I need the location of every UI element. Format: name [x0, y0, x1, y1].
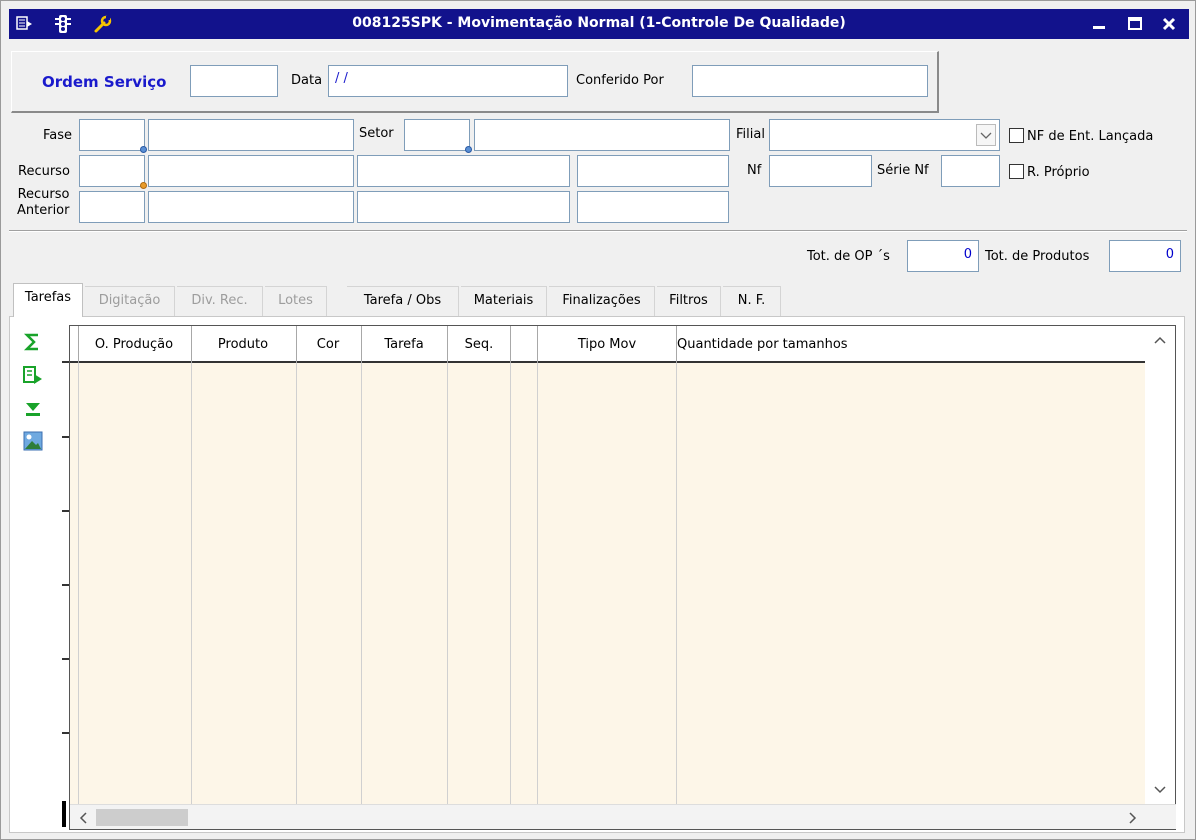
- grid-header: O. Produção Produto Cor Tarefa Seq. Tipo…: [70, 326, 1146, 363]
- horizontal-scroll-thumb[interactable]: [96, 809, 188, 826]
- filial-label: Filial: [736, 127, 765, 142]
- column-divider: [191, 363, 192, 806]
- tab-nf[interactable]: N. F.: [723, 286, 781, 316]
- sum-icon[interactable]: [23, 332, 43, 352]
- header-panel: Ordem Serviço Data / / Conferido Por: [11, 51, 939, 113]
- horizontal-scrollbar[interactable]: [70, 804, 1176, 829]
- column-divider: [537, 363, 538, 806]
- column-divider: [296, 363, 297, 806]
- filial-select[interactable]: [769, 119, 1000, 151]
- conferido-input[interactable]: [692, 65, 928, 97]
- column-divider: [78, 363, 79, 806]
- setor-desc-input[interactable]: [474, 119, 730, 151]
- recurso-anterior-extra-2-input[interactable]: [577, 191, 729, 223]
- chevron-up-icon[interactable]: [1153, 334, 1167, 349]
- tab-tarefa-obs[interactable]: Tarefa / Obs: [347, 286, 459, 316]
- tot-prod-value: 0: [1109, 240, 1181, 272]
- data-label: Data: [291, 73, 323, 88]
- column-divider: [447, 363, 448, 806]
- column-header-quantidade[interactable]: Quantidade por tamanhos: [677, 326, 1077, 363]
- tab-materiais[interactable]: Materiais: [461, 286, 547, 316]
- fase-desc-input[interactable]: [148, 119, 354, 151]
- recurso-label: Recurso: [18, 164, 70, 179]
- recurso-extra-1-input[interactable]: [357, 155, 570, 187]
- tab-div-rec[interactable]: Div. Rec.: [177, 286, 263, 316]
- column-divider: [676, 326, 677, 363]
- recurso-anterior-label-line1: Recurso: [17, 187, 70, 202]
- column-divider: [361, 326, 362, 363]
- column-header-o-producao[interactable]: O. Produção: [78, 326, 190, 363]
- fase-code-input[interactable]: [79, 119, 147, 153]
- tot-op-label: Tot. de OP ´s: [807, 249, 890, 264]
- recurso-code-input[interactable]: [79, 155, 147, 189]
- column-header-blank[interactable]: [511, 326, 537, 363]
- data-input-value: / /: [335, 71, 348, 86]
- chevron-right-icon[interactable]: [1128, 811, 1138, 829]
- column-divider: [78, 326, 79, 363]
- tot-prod-label: Tot. de Produtos: [985, 249, 1090, 264]
- grid-body[interactable]: [70, 363, 1146, 806]
- setor-label: Setor: [359, 126, 394, 141]
- serie-nf-input[interactable]: [941, 155, 1000, 187]
- chevron-left-icon[interactable]: [78, 811, 88, 829]
- ordem-servico-input[interactable]: [190, 65, 278, 97]
- tab-finalizacoes[interactable]: Finalizações: [549, 286, 655, 316]
- arrow-down-icon[interactable]: [23, 399, 43, 419]
- column-divider: [191, 326, 192, 363]
- nf-input[interactable]: [769, 155, 872, 187]
- tot-op-value: 0: [907, 240, 979, 272]
- tab-tarefas[interactable]: Tarefas: [13, 283, 83, 317]
- window-title: 008125SPK - Movimentação Normal (1-Contr…: [352, 15, 846, 31]
- column-header-cor[interactable]: Cor: [296, 326, 360, 363]
- tab-filtros[interactable]: Filtros: [657, 286, 721, 316]
- chevron-down-icon[interactable]: [1153, 784, 1167, 799]
- nf-ent-label: NF de Ent. Lançada: [1027, 129, 1154, 144]
- column-header-tarefa[interactable]: Tarefa: [361, 326, 447, 363]
- column-divider: [296, 326, 297, 363]
- data-input[interactable]: / /: [328, 65, 568, 97]
- maximize-icon[interactable]: [1125, 14, 1147, 34]
- nf-label: Nf: [747, 163, 762, 178]
- recurso-anterior-label-line2: Anterior: [17, 203, 70, 218]
- vertical-scrollbar[interactable]: [1145, 326, 1175, 806]
- column-divider: [447, 326, 448, 363]
- column-header-tipo-mov[interactable]: Tipo Mov: [538, 326, 676, 363]
- column-divider: [361, 363, 362, 806]
- recurso-extra-2-input[interactable]: [577, 155, 729, 187]
- recurso-desc-input[interactable]: [148, 155, 354, 187]
- row-indicator: [62, 801, 66, 827]
- export-icon[interactable]: [23, 365, 43, 385]
- tab-digitacao[interactable]: Digitação: [85, 286, 175, 316]
- lookup-icon[interactable]: [140, 182, 147, 189]
- image-icon[interactable]: [23, 431, 43, 451]
- recurso-anterior-label: Recurso Anterior: [17, 187, 69, 219]
- divider: [9, 230, 1187, 232]
- conferido-label: Conferido Por: [576, 73, 664, 88]
- column-divider: [510, 363, 511, 806]
- serie-nf-label: Série Nf: [877, 163, 929, 178]
- tasks-grid: O. Produção Produto Cor Tarefa Seq. Tipo…: [69, 325, 1176, 830]
- recurso-anterior-desc-input[interactable]: [148, 191, 354, 223]
- column-divider: [510, 326, 511, 363]
- lookup-icon[interactable]: [465, 146, 472, 153]
- column-divider: [537, 326, 538, 363]
- recurso-anterior-code-input[interactable]: [79, 191, 145, 223]
- column-header-seq[interactable]: Seq.: [448, 326, 510, 363]
- column-header-produto[interactable]: Produto: [191, 326, 295, 363]
- setor-code-input[interactable]: [404, 119, 472, 153]
- minimize-icon[interactable]: [1089, 14, 1111, 34]
- close-icon[interactable]: [1159, 14, 1181, 34]
- recurso-anterior-extra-1-input[interactable]: [357, 191, 570, 223]
- nf-ent-checkbox[interactable]: [1009, 128, 1024, 143]
- title-bar: 008125SPK - Movimentação Normal (1-Contr…: [9, 9, 1189, 39]
- r-proprio-checkbox[interactable]: [1009, 164, 1024, 179]
- r-proprio-label: R. Próprio: [1027, 165, 1090, 180]
- main-window: 008125SPK - Movimentação Normal (1-Contr…: [0, 0, 1196, 840]
- column-divider: [676, 363, 677, 806]
- tab-lotes[interactable]: Lotes: [265, 286, 327, 316]
- lookup-icon[interactable]: [140, 146, 147, 153]
- chevron-down-icon[interactable]: [976, 124, 996, 146]
- fase-label: Fase: [43, 128, 73, 143]
- ordem-servico-label: Ordem Serviço: [42, 73, 167, 91]
